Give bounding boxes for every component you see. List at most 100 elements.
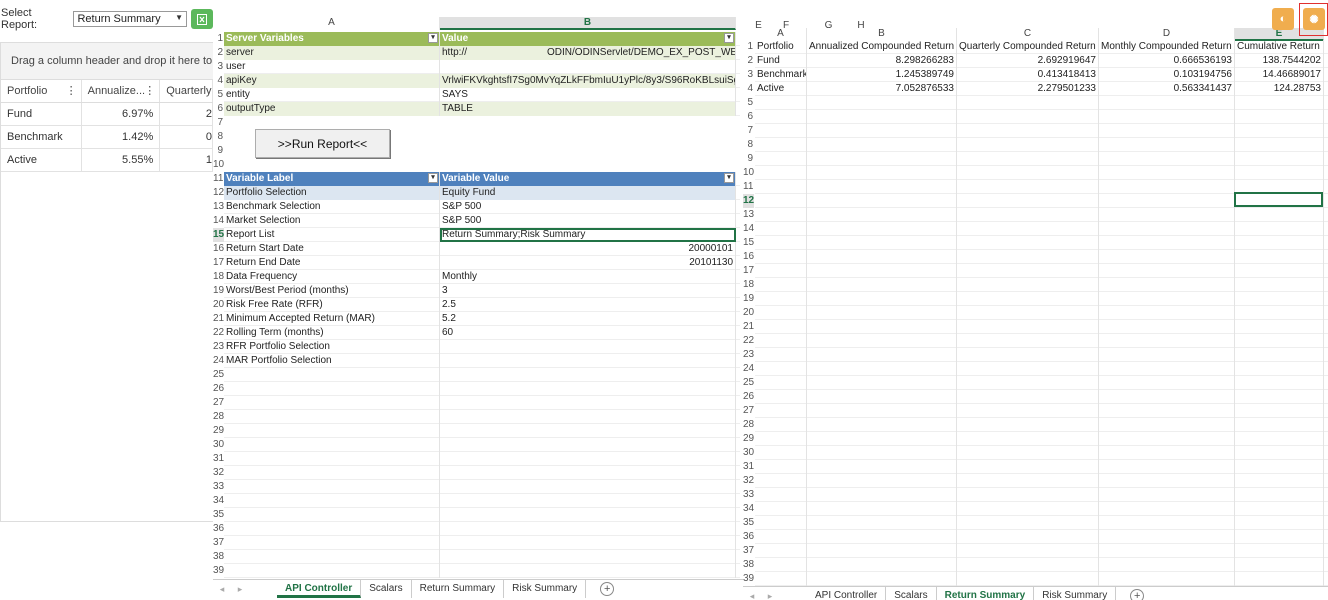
empty-row[interactable]: [755, 418, 1328, 432]
cell-variable-value[interactable]: S&P 500: [440, 200, 736, 214]
empty-cell[interactable]: [807, 152, 957, 166]
row-number[interactable]: 2: [213, 46, 224, 60]
row-number[interactable]: 28: [743, 418, 754, 432]
empty-cell[interactable]: [807, 250, 957, 264]
row-number[interactable]: 25: [743, 376, 754, 390]
empty-cell[interactable]: [224, 424, 440, 438]
header-cell-variable-label[interactable]: Variable Label ▾: [224, 172, 440, 186]
empty-row[interactable]: [224, 466, 740, 480]
empty-cell[interactable]: [440, 466, 736, 480]
empty-cell[interactable]: [1099, 460, 1235, 474]
empty-cell[interactable]: [755, 558, 807, 572]
row-number[interactable]: 30: [743, 446, 754, 460]
row-number[interactable]: 14: [213, 214, 224, 228]
empty-cell[interactable]: [957, 362, 1099, 376]
empty-cell[interactable]: [755, 530, 807, 544]
row-number[interactable]: 31: [213, 452, 224, 466]
empty-cell[interactable]: [957, 124, 1099, 138]
cell-variable-value[interactable]: Equity Fund: [440, 186, 736, 200]
tab-scalars[interactable]: Scalars: [361, 580, 412, 598]
row-number[interactable]: 12: [743, 194, 754, 208]
empty-row[interactable]: [755, 404, 1328, 418]
row-number[interactable]: 7: [743, 124, 754, 138]
row-number[interactable]: 16: [213, 242, 224, 256]
empty-cell[interactable]: [807, 488, 957, 502]
filter-dropdown-icon[interactable]: ▾: [724, 33, 734, 43]
row-number[interactable]: 7: [213, 116, 224, 130]
empty-cell[interactable]: [957, 432, 1099, 446]
header-cell[interactable]: Monthly Compounded Return: [1099, 40, 1235, 54]
cell-variable-value[interactable]: 5.2: [440, 312, 736, 326]
empty-row[interactable]: [755, 320, 1328, 334]
empty-cell[interactable]: [807, 138, 957, 152]
row-number[interactable]: 5: [213, 88, 224, 102]
column-header-portfolio[interactable]: Portfolio ⋮: [1, 80, 82, 102]
empty-cell[interactable]: [440, 452, 736, 466]
empty-cell[interactable]: [224, 508, 440, 522]
table-row[interactable]: Minimum Accepted Return (MAR) 5.2: [224, 312, 740, 326]
empty-cell[interactable]: [1235, 376, 1324, 390]
empty-cell[interactable]: [224, 382, 440, 396]
empty-row[interactable]: [755, 250, 1328, 264]
empty-cell[interactable]: [755, 250, 807, 264]
empty-cell[interactable]: [755, 376, 807, 390]
empty-cell[interactable]: [807, 208, 957, 222]
row-number[interactable]: 36: [743, 530, 754, 544]
empty-cell[interactable]: [957, 334, 1099, 348]
empty-row[interactable]: [224, 410, 740, 424]
empty-row[interactable]: [755, 278, 1328, 292]
empty-cell[interactable]: [1099, 376, 1235, 390]
cell-variable-value[interactable]: [440, 340, 736, 354]
table-row[interactable]: apiKey VrlwiFKVkghtsfI7Sg0MvYqZLkFFbmIuU…: [224, 74, 740, 88]
settings-button[interactable]: ✺: [1303, 8, 1325, 30]
empty-cell[interactable]: [807, 194, 957, 208]
empty-cell[interactable]: [1235, 460, 1324, 474]
empty-cell[interactable]: [1235, 250, 1324, 264]
empty-cell[interactable]: [1099, 250, 1235, 264]
empty-cell[interactable]: [1235, 166, 1324, 180]
row-number[interactable]: 19: [213, 284, 224, 298]
empty-cell[interactable]: [224, 550, 440, 564]
empty-row[interactable]: [755, 110, 1328, 124]
empty-cell[interactable]: [1235, 138, 1324, 152]
empty-cell[interactable]: [957, 292, 1099, 306]
empty-cell[interactable]: [755, 418, 807, 432]
row-number[interactable]: 32: [213, 466, 224, 480]
empty-cell[interactable]: [440, 424, 736, 438]
row-number[interactable]: 6: [743, 110, 754, 124]
empty-cell[interactable]: [957, 404, 1099, 418]
empty-row[interactable]: [755, 292, 1328, 306]
empty-cell[interactable]: [1099, 334, 1235, 348]
empty-cell[interactable]: [1235, 306, 1324, 320]
empty-cell[interactable]: [1235, 152, 1324, 166]
empty-cell[interactable]: [1099, 432, 1235, 446]
empty-cell[interactable]: [1099, 96, 1235, 110]
empty-cell[interactable]: [807, 544, 957, 558]
row-number[interactable]: 17: [213, 256, 224, 270]
empty-cell[interactable]: [755, 222, 807, 236]
cell-variable-value[interactable]: 2.5: [440, 298, 736, 312]
empty-cell[interactable]: [1099, 278, 1235, 292]
row-number[interactable]: 33: [743, 488, 754, 502]
empty-cell[interactable]: [755, 236, 807, 250]
empty-row[interactable]: [755, 390, 1328, 404]
row-number[interactable]: 3: [743, 68, 754, 82]
empty-cell[interactable]: [957, 264, 1099, 278]
empty-cell[interactable]: [440, 508, 736, 522]
row-number[interactable]: 14: [743, 222, 754, 236]
empty-cell[interactable]: [957, 418, 1099, 432]
row-number[interactable]: 18: [743, 278, 754, 292]
table-row[interactable]: Portfolio Selection Equity Fund: [224, 186, 740, 200]
empty-row[interactable]: [755, 516, 1328, 530]
empty-cell[interactable]: [1099, 138, 1235, 152]
row-number[interactable]: 12: [213, 186, 224, 200]
empty-cell[interactable]: [1099, 306, 1235, 320]
empty-row[interactable]: [755, 138, 1328, 152]
empty-cell[interactable]: [807, 502, 957, 516]
empty-cell[interactable]: [807, 432, 957, 446]
empty-cell[interactable]: [807, 572, 957, 586]
row-number[interactable]: 26: [213, 382, 224, 396]
row-number[interactable]: 4: [743, 82, 754, 96]
empty-cell[interactable]: [1235, 516, 1324, 530]
filter-dropdown-icon[interactable]: ▾: [428, 33, 438, 43]
